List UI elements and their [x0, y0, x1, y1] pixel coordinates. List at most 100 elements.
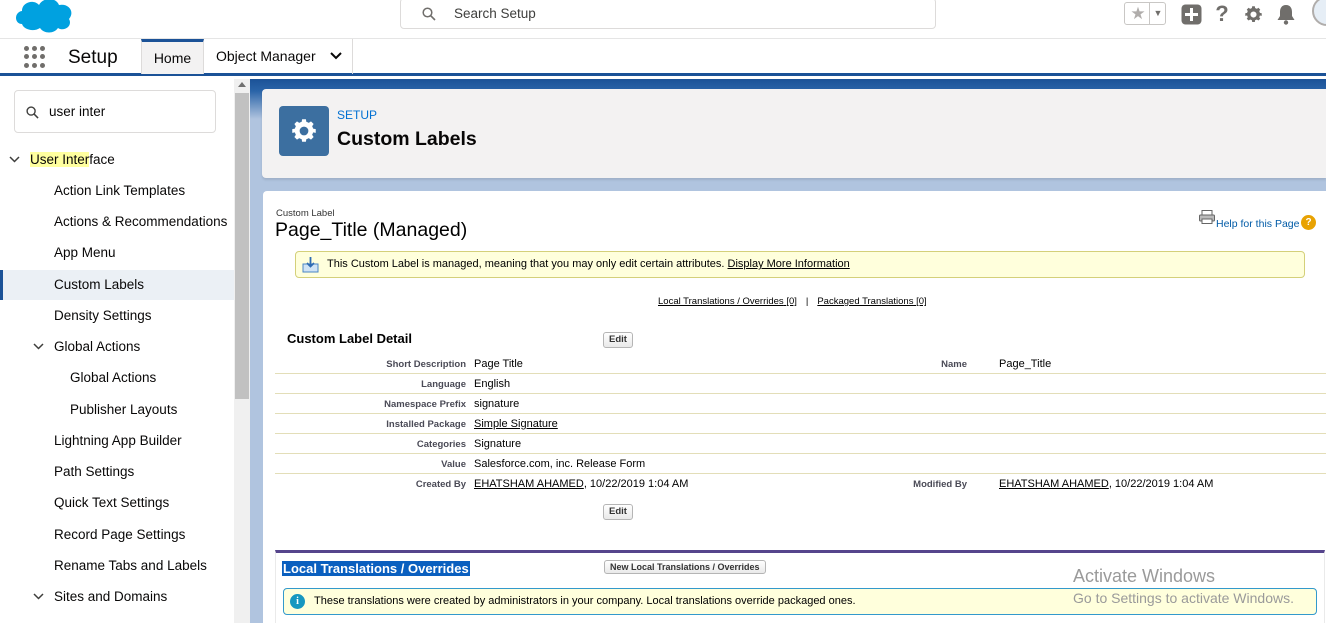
app-launcher-grid-icon[interactable] — [24, 46, 46, 68]
salesforce-logo[interactable] — [14, 0, 76, 34]
help-link-label[interactable]: Help for this Page — [1216, 218, 1299, 230]
page-eyebrow[interactable]: SETUP — [337, 108, 377, 122]
field-label: Language — [421, 379, 466, 390]
field-label: Short Description — [386, 359, 466, 370]
tab-home[interactable]: Home — [141, 39, 204, 74]
info-text: These translations were created by admin… — [314, 595, 856, 607]
sidebar-item-label: Actions & Recommendations — [54, 214, 228, 229]
sidebar-item-lightning-app-builder[interactable]: Lightning App Builder — [0, 426, 234, 456]
sidebar-scrollbar[interactable] — [234, 79, 250, 623]
help-question-icon[interactable]: ? — [1301, 215, 1316, 230]
user-avatar[interactable] — [1312, 0, 1326, 26]
link-separator: | — [805, 296, 809, 307]
setup-gear-icon — [279, 106, 329, 156]
sidebar-item-path-settings[interactable]: Path Settings — [0, 457, 234, 487]
managed-message: This Custom Label is managed, meaning th… — [295, 251, 1305, 278]
installed-package-link[interactable]: Simple Signature — [474, 418, 558, 430]
sidebar-item-record-page-settings[interactable]: Record Page Settings — [0, 520, 234, 550]
sidebar-item-custom-labels[interactable]: Custom Labels — [0, 270, 234, 300]
packaged-translations-link[interactable]: Packaged Translations [0] — [817, 296, 926, 307]
detail-row-value: Value Salesforce.com, inc. Release Form — [275, 454, 1326, 474]
managed-package-icon — [302, 257, 319, 273]
search-match-highlight: User Inter — [30, 152, 90, 167]
sidebar-item-global-actions[interactable]: Global Actions — [0, 363, 234, 393]
display-more-information-link[interactable]: Display More Information — [728, 258, 850, 270]
detail-section-title: Custom Label Detail — [287, 331, 412, 346]
local-translations-count: [0] — [786, 296, 797, 307]
detail-row-language: Language English — [275, 374, 1326, 394]
favorites-menu-chevron-icon[interactable]: ▼ — [1149, 3, 1166, 24]
sidebar-item-label: Custom Labels — [54, 277, 145, 292]
record-type-label: Custom Label — [276, 208, 335, 219]
chevron-down-icon[interactable] — [33, 343, 44, 350]
sidebar-item-publisher-layouts[interactable]: Publisher Layouts — [0, 395, 234, 425]
field-label: Modified By — [913, 479, 967, 490]
sidebar-item-label: face — [89, 152, 115, 167]
quick-find-input[interactable]: user inter — [14, 90, 216, 133]
sidebar-item-action-link-templates[interactable]: Action Link Templates — [0, 176, 234, 206]
info-icon: i — [290, 594, 305, 609]
field-label: Categories — [416, 439, 466, 450]
edit-button-top[interactable]: Edit — [603, 332, 633, 348]
watermark-line-2: Go to Settings to activate Windows. — [1073, 590, 1294, 606]
sidebar-item-actions-recommendations[interactable]: Actions & Recommendations — [0, 207, 234, 237]
sidebar-item-label: Action Link Templates — [54, 183, 186, 198]
sidebar-item-user-interface[interactable]: User Interface — [0, 145, 234, 175]
field-value: Salesforce.com, inc. Release Form — [474, 458, 646, 470]
field-value: English — [474, 378, 511, 390]
detail-row-categories: Categories Signature — [275, 434, 1326, 454]
record-title: Page_Title (Managed) — [275, 219, 468, 241]
field-value: Page_Title — [999, 358, 1052, 370]
sidebar-item-density-settings[interactable]: Density Settings — [0, 301, 234, 331]
help-icon[interactable]: ? — [1210, 1, 1234, 26]
sidebar-item-quick-text-settings[interactable]: Quick Text Settings — [0, 488, 234, 518]
scroll-up-arrow-icon[interactable] — [238, 81, 246, 87]
chevron-down-icon[interactable] — [9, 156, 20, 163]
sidebar-item-global-actions-group[interactable]: Global Actions — [0, 332, 234, 362]
watermark-line-1: Activate Windows — [1073, 566, 1216, 586]
printer-icon[interactable] — [1199, 210, 1215, 224]
modified-by-user-link[interactable]: EHATSHAM AHAMED — [999, 478, 1109, 490]
search-setup-input[interactable]: Search Setup — [400, 0, 936, 29]
detail-row-short-description: Short Description Page Title Name Page_T… — [275, 354, 1326, 374]
app-name: Setup — [68, 47, 118, 68]
field-label: Created By — [415, 479, 466, 490]
sidebar-item-sites-domains[interactable]: Sites and Domains — [0, 582, 234, 612]
local-translations-link[interactable]: Local Translations / Overrides [0] — [658, 296, 797, 307]
field-label: Value — [441, 459, 466, 470]
sidebar-item-rename-tabs-labels[interactable]: Rename Tabs and Labels — [0, 551, 234, 581]
sidebar-item-label: Publisher Layouts — [70, 402, 178, 417]
chevron-down-icon[interactable] — [33, 593, 44, 600]
search-icon — [26, 106, 39, 119]
field-label: Name — [941, 359, 967, 370]
field-value: signature — [474, 398, 520, 410]
add-icon[interactable] — [1179, 2, 1203, 26]
page-header: SETUP Custom Labels — [262, 89, 1326, 178]
global-header: Search Setup ★ ▼ ? — [0, 0, 1326, 38]
sidebar-item-label: Global Actions — [70, 370, 157, 385]
local-translations-title: Local Translations / Overrides — [282, 561, 470, 576]
scrollbar-thumb[interactable] — [235, 93, 249, 399]
setup-gear-icon[interactable] — [1241, 2, 1265, 26]
packaged-translations-link-label: Packaged Translations — [817, 296, 914, 307]
sidebar-item-label: Sites and Domains — [54, 589, 168, 604]
created-date: , 10/22/2019 1:04 AM — [583, 478, 689, 490]
sidebar-item-app-menu[interactable]: App Menu — [0, 238, 234, 268]
field-value: Page Title — [474, 358, 523, 370]
notifications-bell-icon[interactable] — [1274, 2, 1298, 26]
app-nav-bar: Setup Home Object Manager — [0, 38, 1326, 76]
edit-button-bottom[interactable]: Edit — [603, 504, 633, 520]
field-label: Installed Package — [386, 419, 466, 430]
tab-object-manager[interactable]: Object Manager — [204, 39, 353, 74]
new-local-translations-button[interactable]: New Local Translations / Overrides — [604, 560, 766, 574]
created-by-user-link[interactable]: EHATSHAM AHAMED — [474, 478, 584, 490]
sidebar-item-label: Rename Tabs and Labels — [54, 558, 207, 573]
sidebar-item-label: Lightning App Builder — [54, 433, 182, 448]
custom-label-content: Custom Label Page_Title (Managed) Help f… — [263, 191, 1326, 623]
sidebar-item-label: Global Actions — [54, 339, 141, 354]
field-value: Signature — [474, 438, 522, 450]
favorites-group[interactable]: ★ ▼ — [1124, 2, 1166, 25]
packaged-translations-count: [0] — [916, 296, 927, 307]
chevron-down-icon[interactable] — [330, 52, 342, 60]
favorites-star-icon[interactable]: ★ — [1127, 3, 1149, 24]
